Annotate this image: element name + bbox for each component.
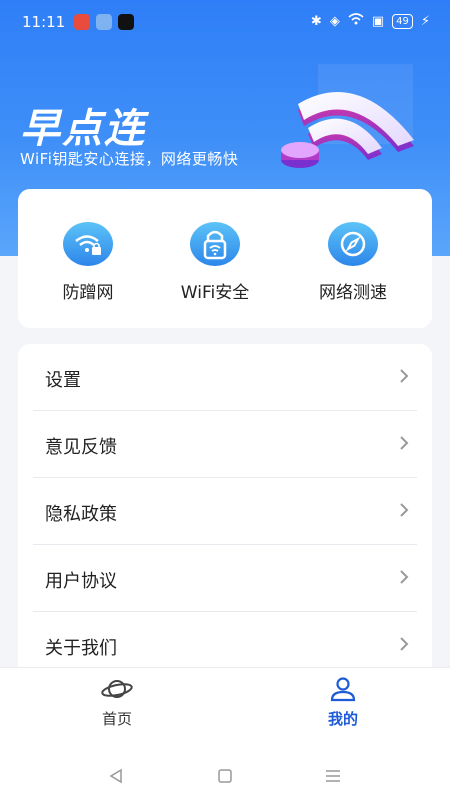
tab-mine[interactable]: 我的 [303, 676, 383, 729]
feature-label: 网络测速 [319, 283, 387, 303]
feature-anti-leech[interactable]: 防蹭网 [23, 222, 153, 303]
chevron-right-icon [400, 570, 409, 584]
menu-item-label: 意见反馈 [45, 437, 117, 458]
feature-label: 防蹭网 [62, 283, 114, 303]
chevron-right-icon [400, 503, 409, 517]
bottom-tab-bar: 首页 我的 [0, 667, 450, 752]
screen-icon: ▣ [371, 13, 385, 29]
menu-item-label: 关于我们 [45, 638, 117, 659]
charging-icon: ⚡ [420, 13, 430, 29]
app-title: 早点连 [20, 106, 146, 152]
tab-home[interactable]: 首页 [77, 676, 157, 729]
user-icon [330, 677, 356, 702]
menu-item-label: 用户协议 [45, 571, 117, 592]
menu-icon[interactable] [325, 769, 341, 783]
tab-label: 我的 [327, 710, 358, 728]
notification-app-icon [74, 14, 90, 30]
feature-speed-test[interactable]: 网络测速 [288, 222, 418, 303]
chevron-right-icon [400, 436, 409, 450]
tab-label: 首页 [101, 710, 132, 728]
status-app-icons [74, 14, 134, 30]
planet-icon [101, 680, 133, 698]
notification-app-icon [118, 14, 134, 30]
chevron-right-icon [400, 369, 409, 383]
compass-speed-icon [328, 222, 378, 266]
wifi-icon [348, 13, 364, 29]
notification-app-icon [96, 14, 112, 30]
menu-item-privacy-policy[interactable]: 隐私政策 [33, 478, 417, 545]
menu-item-feedback[interactable]: 意见反馈 [33, 411, 417, 478]
feature-card: 防蹭网 WiFi安全 网络测速 [18, 189, 432, 328]
app-subtitle: WiFi钥匙安心连接，网络更畅快 [20, 150, 239, 168]
menu-item-label: 设置 [45, 370, 81, 391]
feature-wifi-security[interactable]: WiFi安全 [150, 222, 280, 303]
wifi-lock-icon [63, 222, 113, 266]
status-indicators: ✱ ◈ ▣ 49 ⚡ [311, 13, 430, 29]
battery-icon: 49 [392, 13, 413, 29]
menu-item-label: 隐私政策 [45, 504, 117, 525]
wifi-padlock-icon [190, 222, 240, 266]
settings-menu: 设置 意见反馈 隐私政策 用户协议 关于我们 [18, 344, 432, 684]
home-icon[interactable] [217, 768, 233, 784]
system-navigation-bar [0, 752, 450, 800]
feature-label: WiFi安全 [180, 283, 250, 303]
status-bar: 11:11 ✱ ◈ ▣ 49 ⚡ [0, 0, 450, 46]
bluetooth-icon: ✱ [310, 13, 322, 29]
menu-item-settings[interactable]: 设置 [33, 344, 417, 411]
back-icon[interactable] [108, 768, 124, 784]
chevron-right-icon [400, 637, 409, 651]
menu-item-user-agreement[interactable]: 用户协议 [33, 545, 417, 612]
status-time: 11:11 [22, 13, 66, 31]
wifi-illustration-icon [281, 64, 414, 168]
vibrate-icon: ◈ [329, 13, 340, 29]
